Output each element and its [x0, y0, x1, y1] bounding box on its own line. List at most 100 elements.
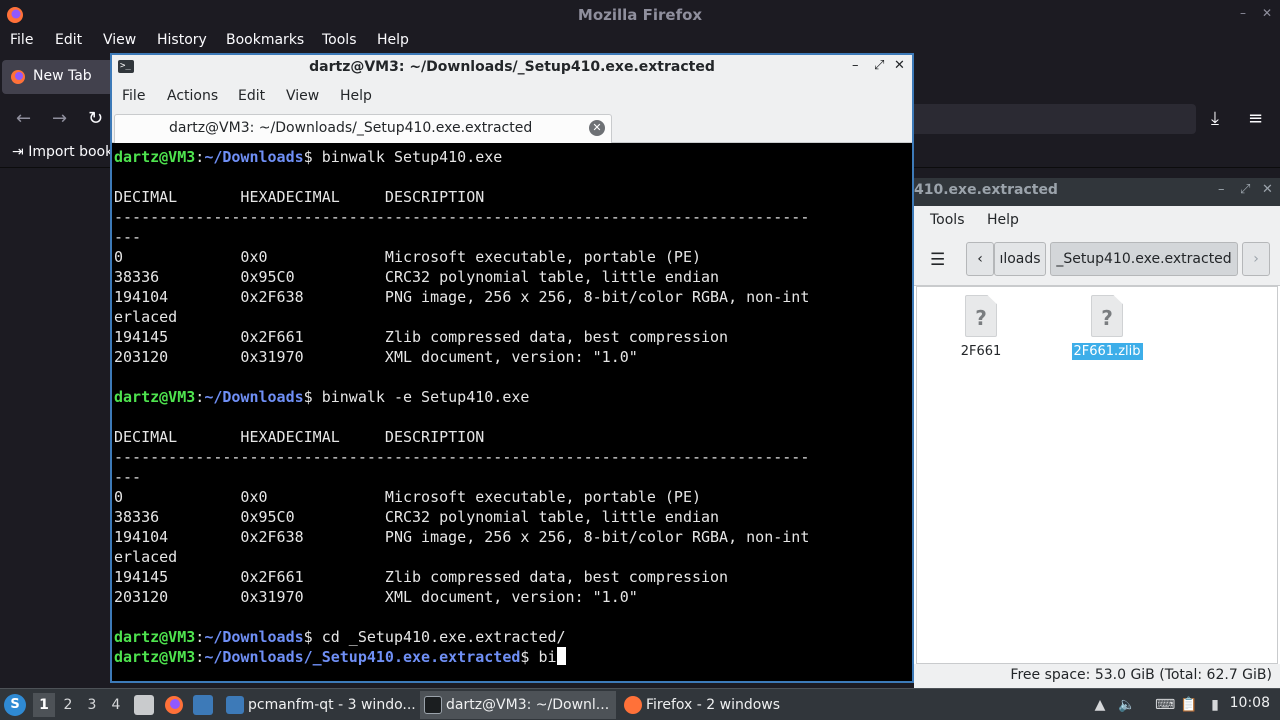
start-menu-icon[interactable]: S: [4, 694, 26, 716]
path-back-button[interactable]: ‹: [966, 242, 994, 276]
tray-up-arrow-icon[interactable]: ▲: [1091, 696, 1109, 714]
close-icon[interactable]: ✕: [894, 58, 905, 73]
terminal-tab[interactable]: dartz@VM3: ~/Downloads/_Setup410.exe.ext…: [114, 114, 612, 143]
maximize-icon[interactable]: ⤢: [1240, 182, 1250, 197]
path-segment-current[interactable]: _Setup410.exe.extracted: [1050, 242, 1238, 276]
menu-view[interactable]: View: [286, 88, 319, 104]
download-icon[interactable]: ⤓: [1211, 108, 1219, 129]
output-line: 203120 0x31970 XML document, version: "1…: [114, 588, 638, 606]
unknown-file-icon: ?: [1091, 295, 1123, 337]
menu-help[interactable]: Help: [987, 212, 1019, 228]
terminal-output[interactable]: dartz@VM3:~/Downloads$ binwalk Setup410.…: [114, 147, 910, 681]
terminal-menubar: File Actions Edit View Help: [112, 81, 912, 113]
volume-icon[interactable]: 🔈: [1118, 696, 1136, 714]
menu-file[interactable]: File: [122, 88, 145, 104]
menu-view[interactable]: View: [103, 32, 136, 48]
forward-icon[interactable]: →: [52, 108, 67, 129]
output-line: 194145 0x2F661 Zlib compressed data, bes…: [114, 328, 729, 346]
hamburger-menu-icon[interactable]: ≡: [1248, 108, 1263, 129]
maximize-icon[interactable]: ⤢: [874, 58, 884, 73]
output-line: 194145 0x2F661 Zlib compressed data, bes…: [114, 568, 729, 586]
show-desktop-icon[interactable]: [134, 695, 154, 715]
command-text: binwalk -e Setup410.exe: [312, 388, 530, 406]
chevron-right-icon: ›: [1253, 251, 1259, 267]
output-line: ---: [114, 468, 142, 486]
output-line: 38336 0x95C0 CRC32 polynomial table, lit…: [114, 508, 720, 526]
menu-tools[interactable]: Tools: [930, 212, 965, 228]
firefox-titlebar: Mozilla Firefox – ✕: [0, 0, 1280, 30]
path-segment-downloads[interactable]: ıloads: [994, 242, 1046, 276]
clipboard-icon[interactable]: 📋: [1180, 696, 1198, 714]
minimize-icon[interactable]: –: [1240, 6, 1246, 20]
file-name: 2F661.zlib: [1071, 343, 1143, 360]
path-segment-label: ıloads: [999, 251, 1041, 267]
view-mode-icon[interactable]: ☰: [930, 250, 945, 270]
url-bar[interactable]: [900, 104, 1196, 134]
output-line: erlaced: [114, 308, 178, 326]
file-item-selected[interactable]: ? 2F661.zlib: [1067, 295, 1147, 360]
keyboard-icon[interactable]: ⌨: [1155, 696, 1175, 714]
menu-bookmarks[interactable]: Bookmarks: [226, 32, 304, 48]
workspace-2[interactable]: 2: [57, 693, 79, 717]
tab-label: dartz@VM3: ~/Downloads/_Setup410.exe.ext…: [169, 120, 533, 136]
prompt-line: dartz@VM3:~/Downloads$ binwalk -e Setup4…: [114, 388, 530, 406]
workspace-3[interactable]: 3: [81, 693, 103, 717]
import-bookmarks-link[interactable]: ⇥ Import book: [12, 144, 113, 160]
menu-actions[interactable]: Actions: [167, 88, 218, 104]
free-space-label: Free space: 53.0 GiB (Total: 62.7 GiB): [1010, 667, 1272, 683]
task-label: Firefox - 2 windows: [646, 697, 781, 713]
battery-icon[interactable]: ▮: [1206, 696, 1224, 714]
minimize-icon[interactable]: –: [852, 58, 859, 73]
back-icon[interactable]: ←: [16, 108, 31, 129]
task-terminal[interactable]: dartz@VM3: ~/Downl...: [420, 691, 616, 719]
menu-edit[interactable]: Edit: [55, 32, 82, 48]
prompt-line: dartz@VM3:~/Downloads$ cd _Setup410.exe.…: [114, 628, 566, 646]
prompt-line: dartz@VM3:~/Downloads$ binwalk Setup410.…: [114, 148, 503, 166]
output-line: 194104 0x2F638 PNG image, 256 x 256, 8-b…: [114, 528, 810, 546]
import-bookmarks-label: Import book: [28, 144, 114, 160]
file-manager-launcher-icon[interactable]: [193, 695, 213, 715]
prompt-user: dartz@VM3: [114, 628, 196, 646]
output-line: 0 0x0 Microsoft executable, portable (PE…: [114, 248, 701, 266]
text-cursor: [556, 647, 566, 665]
task-pcmanfm[interactable]: pcmanfm-qt - 3 windo...: [222, 691, 418, 719]
menu-history[interactable]: History: [157, 32, 207, 48]
reload-icon[interactable]: ↻: [88, 108, 103, 129]
file-manager-menubar: Tools Help: [914, 206, 1280, 236]
folder-icon: [226, 696, 244, 714]
close-icon[interactable]: ✕: [1262, 182, 1273, 197]
tab-new-tab[interactable]: New Tab: [2, 60, 120, 94]
minimize-icon[interactable]: –: [1218, 182, 1225, 197]
clock: 10:08: [1229, 695, 1270, 711]
output-line: 0 0x0 Microsoft executable, portable (PE…: [114, 488, 701, 506]
menu-help[interactable]: Help: [377, 32, 409, 48]
close-icon[interactable]: ✕: [1262, 6, 1272, 20]
close-tab-icon[interactable]: ✕: [589, 120, 605, 136]
file-manager-titlebar: 410.exe.extracted – ⤢ ✕: [914, 178, 1280, 206]
file-manager-title: 410.exe.extracted: [914, 182, 1058, 198]
unknown-file-icon: ?: [965, 295, 997, 337]
prompt-path: ~/Downloads: [204, 628, 304, 646]
chevron-left-icon: ‹: [977, 251, 983, 267]
output-line: erlaced: [114, 548, 178, 566]
menu-tools[interactable]: Tools: [322, 32, 357, 48]
task-firefox[interactable]: Firefox - 2 windows: [620, 691, 816, 719]
workspace-4[interactable]: 4: [105, 693, 127, 717]
file-item[interactable]: ? 2F661: [941, 295, 1021, 360]
command-text: binwalk Setup410.exe: [312, 148, 503, 166]
firefox-launcher-icon[interactable]: [164, 695, 184, 715]
window-title: dartz@VM3: ~/Downloads/_Setup410.exe.ext…: [309, 59, 715, 75]
menu-edit[interactable]: Edit: [238, 88, 265, 104]
terminal-titlebar: >_ dartz@VM3: ~/Downloads/_Setup410.exe.…: [112, 55, 912, 81]
workspace-1[interactable]: 1: [33, 693, 55, 717]
menu-file[interactable]: File: [10, 32, 33, 48]
tab-label: New Tab: [33, 68, 92, 84]
task-label: dartz@VM3: ~/Downl...: [446, 697, 610, 713]
command-text: bi: [529, 648, 557, 666]
path-forward-button[interactable]: ›: [1242, 242, 1270, 276]
file-view: ? 2F661 ? 2F661.zlib: [916, 286, 1278, 664]
menu-help[interactable]: Help: [340, 88, 372, 104]
command-text: cd _Setup410.exe.extracted/: [312, 628, 566, 646]
